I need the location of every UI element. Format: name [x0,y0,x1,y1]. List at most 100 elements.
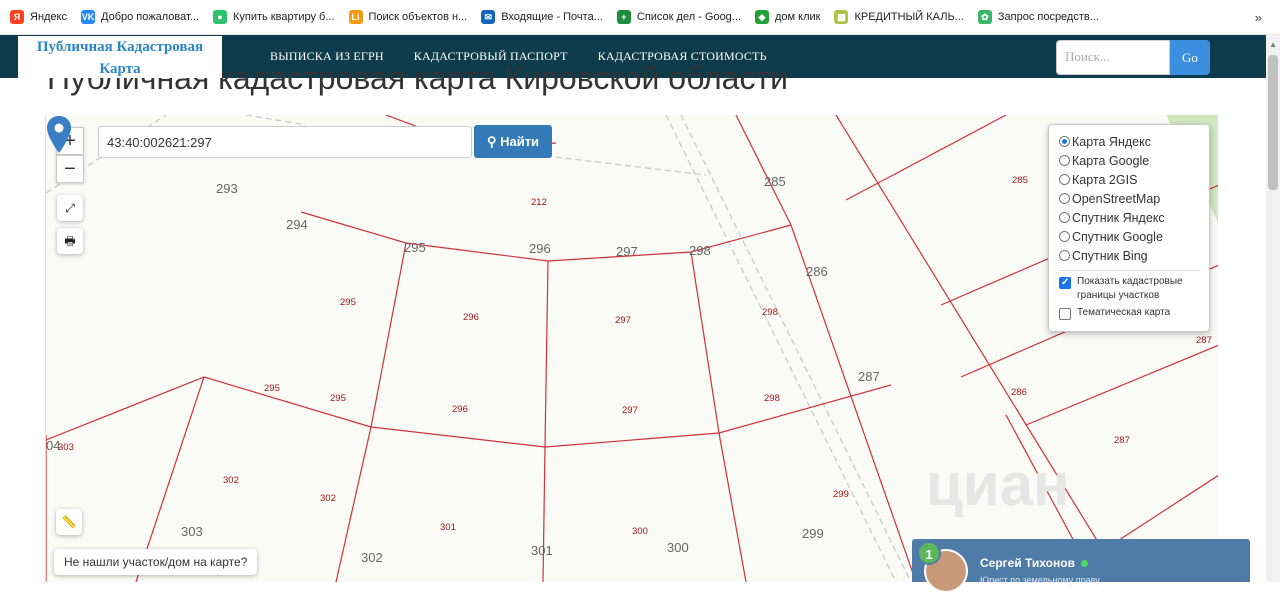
ruler-icon[interactable]: 📏 [56,509,82,535]
bookmark-label: КРЕДИТНЫЙ КАЛЬ... [854,11,964,23]
map-layer-option[interactable]: OpenStreetMap [1059,189,1199,208]
cadastral-map[interactable]: 293 294 295 296 297 298 285 286 287 303 302 301 300 2… [45,115,1218,582]
thematic-map-checkbox[interactable]: Тематическая карта [1059,306,1199,320]
bookmark-item[interactable]: + Список дел - Goog... [616,10,741,24]
show-boundaries-checkbox[interactable]: Показать кадастровые границы участков [1059,275,1199,303]
site-logo[interactable]: Публичная Кадастровая Карта [18,36,222,78]
bookmark-label: Входящие - Почта... [501,11,603,23]
location-pin-icon[interactable] [46,115,72,155]
thematic-map-label: Тематическая карта [1077,307,1171,318]
parcel-number-label: 297 [616,244,638,259]
parcel-number-label: 298 [689,243,711,258]
road-line-2 [680,115,912,582]
parcel-cadastral-label: 295 [264,383,280,394]
bookmark-item[interactable]: ✿ Запрос посредств... [977,10,1099,24]
map-layer-option[interactable]: Спутник Google [1059,227,1199,246]
bookmarks-bar: Я Яндекс VK Добро пожаловат... ● Купить кварт… [0,0,1280,35]
parcel-number-label: 285 [764,174,786,189]
map-layers-panel: Карта Яндекс Карта Google Карта 2GIS OpenSt… [1048,124,1210,332]
online-status-icon [1080,560,1088,567]
bookmark-label: Запрос посредств... [997,11,1099,23]
bookmark-item[interactable]: Li Поиск объектов н... [348,10,468,24]
menu-cadastral-value[interactable]: КАДАСТРОВАЯ СТОИМОСТЬ [598,49,767,64]
yandex-icon: Я [10,10,24,24]
parcel-number-label: 294 [286,217,308,232]
checkbox-checked-icon [1059,276,1071,290]
parcel-cadastral-label: 299 [833,489,849,500]
map-layer-label: Карта Google [1072,153,1150,168]
consultant-chat-widget[interactable]: 1 Сергей Тихонов Юрист по земельному пра… [912,539,1250,593]
radio-icon [1059,155,1070,166]
bookmark-label: Добро пожаловат... [101,11,199,23]
bookmark-item[interactable]: ● Купить квартиру б... [212,10,335,24]
menu-egrn-extract[interactable]: ВЫПИСКА ИЗ ЕГРН [270,49,384,64]
map-layer-label: Карта 2GIS [1072,172,1138,187]
fullscreen-icon[interactable]: ⤢ [57,195,83,221]
map-layer-label: Спутник Bing [1072,248,1148,263]
parcel-boundary-b [544,260,549,448]
parcel-cadastral-label: 295 [340,297,356,308]
find-button[interactable]: ⚲ Найти [474,125,552,158]
domclick-icon: ◆ [754,10,769,24]
map-layer-option[interactable]: Спутник Яндекс [1059,208,1199,227]
parcel-number-label: 295 [404,240,426,255]
parcel-cadastral-label: 212 [531,197,547,208]
parcel-cadastral-label: 296 [463,312,479,323]
parcel-number-label: 299 [802,526,824,541]
checkbox-unchecked-icon [1059,308,1071,320]
find-button-label: Найти [500,134,540,149]
bookmark-label: Поиск объектов н... [368,11,468,23]
parcel-cadastral-label: 287 [1114,435,1130,446]
parcel-number-label: 303 [181,524,203,539]
radio-icon [1059,250,1070,261]
bookmark-item[interactable]: ▦ КРЕДИТНЫЙ КАЛЬ... [834,10,964,24]
menu-cadastral-passport[interactable]: КАДАСТРОВЫЙ ПАСПОРТ [414,49,568,64]
map-layer-option[interactable]: Спутник Bing [1059,246,1199,265]
scrollbar-thumb[interactable] [1268,55,1278,190]
bookmark-item[interactable]: VK Добро пожаловат... [81,10,199,24]
cadastral-number-input[interactable]: 43:40:002621:297 [98,126,472,158]
parcel-boundary-f [542,446,546,582]
site-logo-line2: Карта [99,61,141,77]
road-line-5 [245,115,307,126]
calculator-icon: ▦ [834,10,849,24]
parcel-boundary-c [690,251,720,434]
bookmark-label: дом клик [774,11,821,23]
map-layer-label: Спутник Google [1072,229,1163,244]
parcel-cadastral-label: 297 [622,405,638,416]
cian-watermark: циан [926,451,1069,518]
parcel-number-label: 300 [667,540,689,555]
parcel-number-label: 301 [531,543,553,558]
zoom-out-button[interactable]: − [56,155,84,183]
consultant-name: Сергей Тихонов [980,556,1088,570]
parcel-number-label: 302 [361,550,383,565]
parcel-cadastral-label: 302 [320,493,336,504]
parcel-cadastral-label: 285 [1012,175,1028,186]
bookmark-label: Купить квартиру б... [232,11,335,23]
site-search-input[interactable]: Поиск... [1056,40,1170,75]
not-found-button[interactable]: Не нашли участок/дом на карте? [54,549,258,575]
map-layer-option[interactable]: Карта Яндекс [1059,132,1199,151]
bookmark-item[interactable]: ✉ Входящие - Почта... [481,10,603,24]
print-icon[interactable]: 🖶 [57,228,83,254]
map-layer-option[interactable]: Карта 2GIS [1059,170,1199,189]
parcel-boundary-o [1025,344,1218,426]
parcel-number-label: 296 [529,241,551,256]
site-search-button[interactable]: Go [1170,40,1210,75]
parcel-cadastral-label: 286 [1011,387,1027,398]
scroll-up-arrow-icon[interactable]: ▲ [1269,40,1277,49]
bookmark-label: Список дел - Goog... [636,11,741,23]
bookmark-item[interactable]: Я Яндекс [10,10,67,24]
bookmarks-more-icon[interactable]: » [1255,10,1262,25]
vk-icon: VK [81,10,95,24]
map-layer-option[interactable]: Карта Google [1059,151,1199,170]
parcel-cadastral-label: 298 [762,307,778,318]
parcel-cadastral-label: 298 [764,393,780,404]
parcel-cadastral-label: 300 [632,526,648,537]
parcel-boundary-l [845,115,1007,201]
bookmark-item[interactable]: ◆ дом клик [754,10,821,24]
parcel-number-label: 286 [806,264,828,279]
parcel-cadastral-label: 287 [1196,335,1212,346]
search-object-icon: Li [348,10,363,24]
parcel-number-label: 293 [216,181,238,196]
